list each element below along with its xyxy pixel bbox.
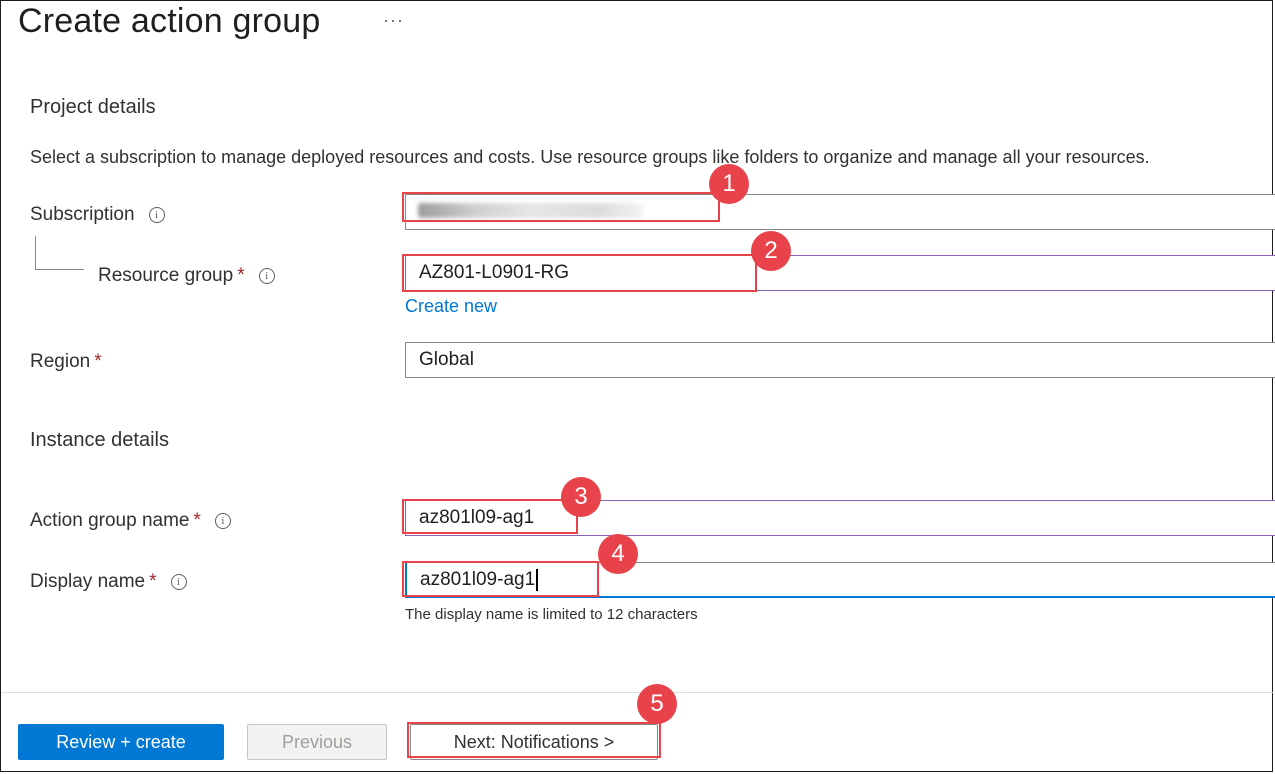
highlight-box-action-group-name xyxy=(402,499,578,534)
step-badge-5: 5 xyxy=(637,684,677,724)
required-indicator: * xyxy=(149,571,157,592)
required-indicator: * xyxy=(94,351,102,372)
region-select[interactable]: Global xyxy=(405,342,1275,378)
tree-connector-vertical xyxy=(35,236,36,269)
info-icon[interactable]: i xyxy=(258,267,275,284)
step-badge-2: 2 xyxy=(751,231,791,271)
display-name-label: Display name * i xyxy=(30,571,187,593)
tree-connector-horizontal xyxy=(35,269,84,270)
highlight-box-resource-group xyxy=(402,254,757,292)
region-value: Global xyxy=(419,349,474,370)
page-title: Create action group xyxy=(18,2,321,40)
more-options-icon[interactable]: ··· xyxy=(383,10,404,31)
display-name-label-text: Display name xyxy=(30,571,146,592)
project-description: Select a subscription to manage deployed… xyxy=(30,147,1150,167)
footer-divider xyxy=(1,692,1273,693)
required-indicator: * xyxy=(237,265,245,286)
step-badge-1: 1 xyxy=(709,164,749,204)
highlight-box-next-button xyxy=(407,722,661,758)
region-label: Region * xyxy=(30,351,102,373)
action-group-name-label-text: Action group name xyxy=(30,510,190,531)
resource-group-label: Resource group * i xyxy=(98,265,275,287)
page-frame xyxy=(0,0,1273,772)
step-badge-3: 3 xyxy=(561,477,601,517)
subscription-label: Subscription i xyxy=(30,204,165,226)
previous-button[interactable]: Previous xyxy=(247,724,387,760)
highlight-box-subscription xyxy=(402,192,720,222)
highlight-box-display-name xyxy=(402,561,599,597)
resource-group-label-text: Resource group xyxy=(98,265,234,286)
instance-details-heading: Instance details xyxy=(30,429,169,451)
action-group-name-label: Action group name * i xyxy=(30,510,231,532)
region-label-text: Region xyxy=(30,351,91,372)
info-icon[interactable]: i xyxy=(170,573,187,590)
info-icon[interactable]: i xyxy=(214,512,231,529)
subscription-label-text: Subscription xyxy=(30,204,135,225)
display-name-hint: The display name is limited to 12 charac… xyxy=(405,606,698,623)
review-create-button[interactable]: Review + create xyxy=(18,724,224,760)
step-badge-4: 4 xyxy=(598,534,638,574)
create-new-link[interactable]: Create new xyxy=(405,296,497,317)
info-icon[interactable]: i xyxy=(148,206,165,223)
project-details-heading: Project details xyxy=(30,96,156,118)
required-indicator: * xyxy=(193,510,201,531)
